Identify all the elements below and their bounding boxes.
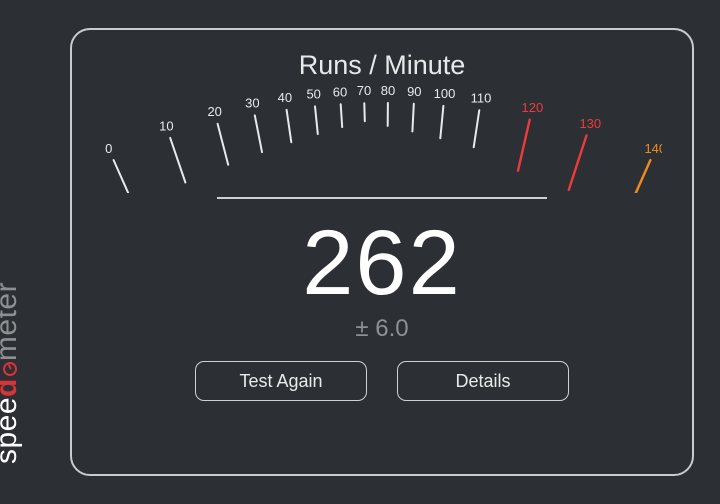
gauge-tick-label: 0 xyxy=(105,141,112,156)
gauge-tick-label: 130 xyxy=(579,116,601,131)
gauge-tick xyxy=(287,110,292,142)
details-button[interactable]: Details xyxy=(397,361,569,401)
gauge-tick xyxy=(341,104,343,127)
logo-part-spee: spee xyxy=(0,397,23,464)
gauge-tick-label: 50 xyxy=(306,87,320,102)
gauge-tick-label: 80 xyxy=(381,83,395,98)
gauge-tick xyxy=(569,136,587,190)
score-value: 262 xyxy=(72,217,692,309)
gauge-tick xyxy=(364,103,365,121)
logo-part-meter: meter xyxy=(0,282,23,361)
metric-title: Runs / Minute xyxy=(72,50,692,81)
gauge-tick-label: 120 xyxy=(522,100,544,115)
divider xyxy=(217,197,547,199)
gauge-tick-label: 70 xyxy=(357,83,371,98)
confidence-interval: ± 6.0 xyxy=(72,315,692,343)
logo-part-d: d xyxy=(0,378,23,397)
test-again-button[interactable]: Test Again xyxy=(195,361,367,401)
results-card: Runs / Minute 0 10 20 30 40 50 60 70 80 90 100 110 1… xyxy=(70,28,694,476)
gauge-tick xyxy=(315,106,318,134)
gauge-tick-label: 10 xyxy=(159,119,173,134)
gauge-tick xyxy=(440,106,443,138)
gauge-tick xyxy=(170,138,185,183)
gauge-tick xyxy=(114,160,135,193)
gauge-tick-label: 30 xyxy=(245,96,259,111)
clock-icon xyxy=(3,362,17,376)
gauge-tick xyxy=(518,120,530,171)
gauge-tick-label: 90 xyxy=(407,84,421,99)
gauge-tick xyxy=(474,110,480,147)
gauge-tick xyxy=(412,104,413,132)
gauge-tick xyxy=(255,115,262,152)
speedometer-logo: speed meter xyxy=(0,282,24,464)
gauge-tick xyxy=(623,160,651,193)
gauge-tick-label: 110 xyxy=(471,90,492,105)
gauge: 0 10 20 30 40 50 60 70 80 90 100 110 120 130 140 xyxy=(102,83,662,193)
action-buttons: Test Again Details xyxy=(72,361,692,401)
gauge-tick-label: 100 xyxy=(434,86,456,101)
gauge-tick-label: 40 xyxy=(278,90,292,105)
gauge-tick-label: 60 xyxy=(333,84,347,99)
gauge-tick-label: 140 xyxy=(644,141,662,156)
gauge-tick-label: 20 xyxy=(207,104,221,119)
gauge-tick xyxy=(218,124,229,165)
